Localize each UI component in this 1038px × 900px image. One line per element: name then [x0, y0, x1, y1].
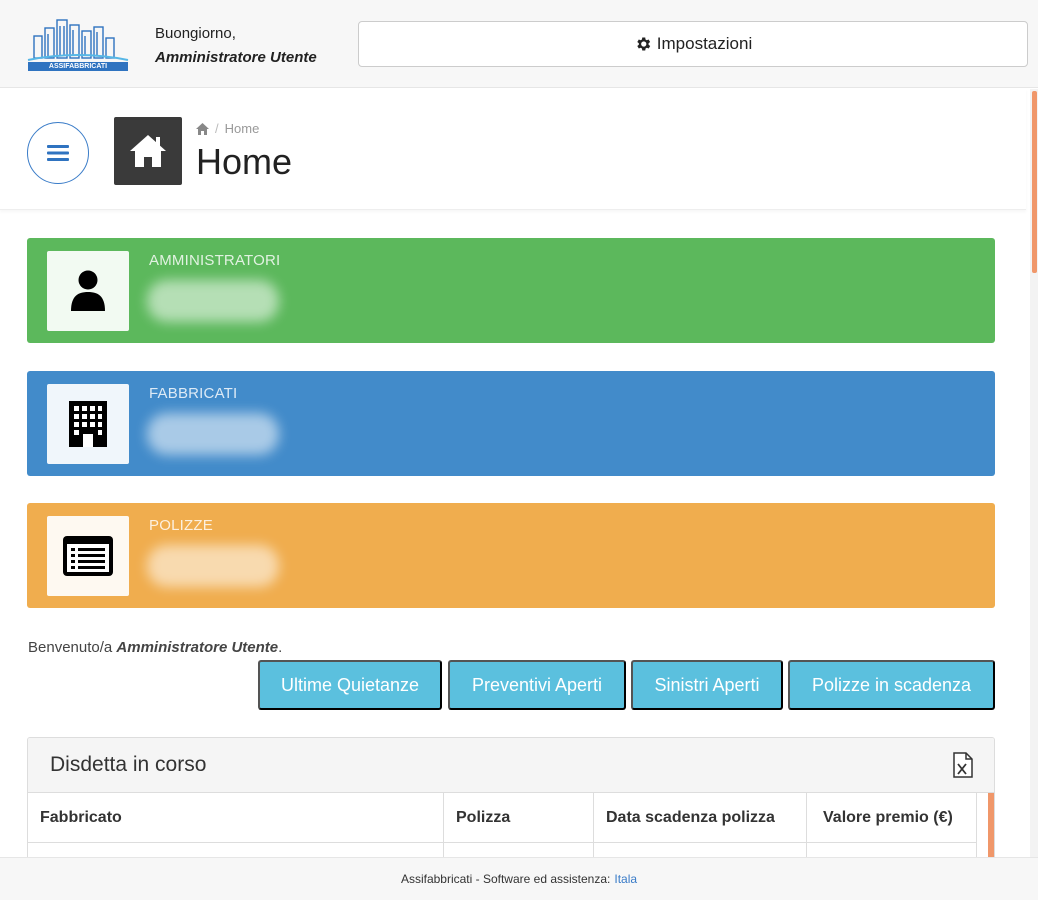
home-tile — [114, 117, 182, 185]
hamburger-icon — [47, 145, 69, 161]
welcome-message: Benvenuto/a Amministratore Utente. — [28, 639, 282, 656]
stat-label: FABBRICATI — [149, 385, 238, 402]
stat-label: POLIZZE — [149, 517, 213, 534]
page-title: Home — [196, 141, 293, 182]
footer: Assifabbricati - Software ed assistenza:… — [0, 857, 1038, 900]
settings-label: Impostazioni — [656, 34, 753, 53]
stat-icon-container — [47, 516, 129, 596]
panel-title: Disdetta in corso — [50, 753, 207, 776]
welcome-suffix: . — [278, 639, 283, 656]
preventivi-aperti-button[interactable]: Preventivi Aperti — [448, 660, 626, 710]
sinistri-aperti-button[interactable]: Sinistri Aperti — [631, 660, 783, 710]
breadcrumb-separator: / — [215, 121, 219, 136]
home-small-icon[interactable] — [196, 122, 209, 135]
ultime-quietanze-button[interactable]: Ultime Quietanze — [258, 660, 442, 710]
page-scrollbar-thumb[interactable] — [1032, 91, 1037, 273]
footer-link[interactable]: Itala — [614, 872, 637, 886]
menu-toggle-button[interactable] — [27, 122, 89, 184]
stat-box-polizze[interactable]: POLIZZE — [27, 503, 995, 608]
assifabbricati-logo[interactable]: ASSIFABBRICATI — [26, 16, 130, 72]
top-header: ASSIFABBRICATI Buongiorno, Amministrator… — [0, 0, 1038, 88]
table-scrollbar-thumb[interactable] — [988, 793, 994, 861]
welcome-user-name: Amministratore Utente — [116, 639, 279, 656]
home-icon — [130, 135, 166, 167]
column-header-fabbricato[interactable]: Fabbricato — [28, 793, 444, 843]
user-icon — [71, 270, 105, 311]
stat-value-blurred — [147, 280, 279, 322]
stat-label: AMMINISTRATORI — [149, 252, 281, 269]
stat-value-blurred — [147, 545, 279, 587]
polizze-in-scadenza-button[interactable]: Polizze in scadenza — [788, 660, 995, 710]
settings-button[interactable]: Impostazioni — [358, 21, 1028, 67]
excel-export-icon[interactable] — [952, 752, 974, 778]
building-icon — [69, 401, 107, 447]
logo-text: ASSIFABBRICATI — [48, 63, 108, 70]
policy-list-icon — [63, 536, 113, 576]
welcome-prefix: Benvenuto/a — [28, 639, 113, 656]
greeting-text: Buongiorno, — [155, 25, 236, 42]
breadcrumb: / Home — [196, 121, 259, 136]
stat-icon-container — [47, 384, 129, 464]
gear-icon — [637, 37, 650, 51]
greeting: Buongiorno, Amministratore Utente — [155, 22, 317, 70]
page-header: / Home Home — [0, 89, 1026, 210]
user-name: Amministratore Utente — [155, 49, 317, 66]
column-header-polizza[interactable]: Polizza — [444, 793, 594, 843]
stat-box-amministratori[interactable]: AMMINISTRATORI — [27, 238, 995, 343]
stat-icon-container — [47, 251, 129, 331]
stat-box-fabbricati[interactable]: FABBRICATI — [27, 371, 995, 476]
panel-header: Disdetta in corso — [28, 738, 994, 793]
column-header-data-scadenza[interactable]: Data scadenza polizza — [594, 793, 807, 843]
column-header-valore-premio[interactable]: Valore premio (€) — [807, 793, 977, 843]
disdetta-panel: Disdetta in corso Fabbricato Polizza Dat… — [27, 737, 995, 862]
stat-value-blurred — [147, 413, 279, 455]
breadcrumb-home: Home — [224, 121, 260, 136]
footer-text: Assifabbricati - Software ed assistenza: — [400, 872, 611, 886]
